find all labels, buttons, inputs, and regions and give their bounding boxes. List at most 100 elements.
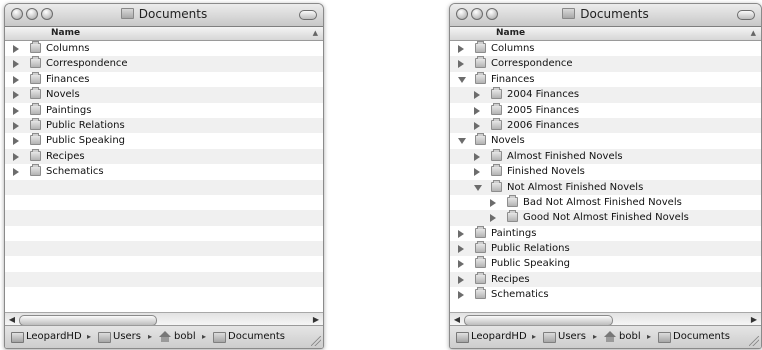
empty-row	[5, 287, 323, 303]
path-item-documents[interactable]: Documents	[673, 326, 730, 348]
window-title: Documents	[5, 7, 323, 21]
folder-icon	[475, 71, 486, 84]
list-item[interactable]: Public Relations	[450, 241, 761, 257]
list-item[interactable]: Schematics	[450, 287, 761, 303]
list-item[interactable]: Finances	[5, 71, 323, 88]
list-item[interactable]: Correspondence	[5, 56, 323, 72]
disclosure-triangle-right-icon[interactable]	[458, 260, 464, 269]
list-item[interactable]: Finances	[450, 71, 761, 88]
list-item-label: Novels	[491, 135, 525, 147]
disclosure-triangle-right-icon[interactable]	[13, 75, 19, 84]
list-item-label: 2004 Finances	[507, 89, 580, 101]
horizontal-scrollbar[interactable]: ◀ ▶	[450, 312, 761, 326]
folder-icon	[658, 332, 671, 343]
list-item[interactable]: Not Almost Finished Novels	[450, 179, 761, 195]
folder-icon	[30, 56, 41, 69]
empty-row	[5, 241, 323, 257]
disclosure-triangle-right-icon[interactable]	[474, 152, 480, 161]
horizontal-scrollbar[interactable]: ◀ ▶	[5, 312, 323, 326]
path-item-volume[interactable]: LeopardHD	[26, 326, 82, 348]
toolbar-toggle-button[interactable]	[299, 10, 317, 20]
path-item-home[interactable]: bobl	[619, 326, 641, 348]
list-item-label: Public Relations	[491, 243, 570, 255]
folder-icon	[543, 332, 556, 343]
disclosure-triangle-down-icon[interactable]	[474, 184, 482, 191]
disclosure-triangle-right-icon[interactable]	[13, 168, 19, 177]
path-item-documents[interactable]: Documents	[228, 326, 285, 348]
list-item[interactable]: Novels	[5, 87, 323, 103]
name-column-header[interactable]: Name ▲	[5, 27, 323, 41]
path-item-users[interactable]: Users	[558, 326, 586, 348]
list-item-label: Novels	[46, 89, 80, 101]
list-item[interactable]: Columns	[5, 41, 323, 57]
disclosure-triangle-down-icon[interactable]	[458, 76, 466, 83]
disclosure-triangle-right-icon[interactable]	[474, 168, 480, 177]
list-item[interactable]: Paintings	[450, 225, 761, 242]
window-title: Documents	[450, 7, 761, 21]
folder-icon	[30, 87, 41, 100]
folder-icon	[507, 194, 518, 207]
home-icon	[159, 331, 171, 342]
list-item[interactable]: Schematics	[5, 164, 323, 180]
list-item[interactable]: 2004 Finances	[450, 87, 761, 103]
list-item[interactable]: Finished Novels	[450, 164, 761, 180]
finder-window-left: Documents Name ▲ Columns Correspondence Fi…	[4, 3, 324, 349]
list-item-label: Columns	[46, 43, 90, 54]
path-separator-icon: ▸	[87, 332, 92, 341]
disclosure-triangle-right-icon[interactable]	[490, 214, 496, 223]
disclosure-triangle-right-icon[interactable]	[13, 121, 19, 130]
list-item-label: Not Almost Finished Novels	[507, 181, 644, 193]
disclosure-triangle-right-icon[interactable]	[474, 91, 480, 100]
folder-icon	[30, 164, 41, 177]
hard-disk-icon	[456, 332, 469, 343]
folder-icon	[491, 117, 502, 130]
folder-icon	[562, 8, 576, 19]
path-item-home[interactable]: bobl	[174, 326, 196, 348]
disclosure-triangle-right-icon[interactable]	[474, 106, 480, 115]
list-item-label: Bad Not Almost Finished Novels	[523, 196, 682, 208]
list-item[interactable]: Recipes	[450, 271, 761, 288]
disclosure-triangle-down-icon[interactable]	[458, 138, 466, 145]
disclosure-triangle-right-icon[interactable]	[13, 137, 19, 146]
toolbar-toggle-button[interactable]	[737, 10, 755, 20]
title-bar[interactable]: Documents	[5, 4, 323, 27]
list-item-label: Public Relations	[46, 119, 125, 131]
disclosure-triangle-right-icon[interactable]	[458, 45, 464, 53]
list-item[interactable]: Bad Not Almost Finished Novels	[450, 194, 761, 211]
title-bar[interactable]: Documents	[450, 4, 761, 27]
disclosure-triangle-right-icon[interactable]	[13, 152, 19, 161]
disclosure-triangle-right-icon[interactable]	[458, 291, 464, 300]
disclosure-triangle-right-icon[interactable]	[13, 60, 19, 69]
path-item-users[interactable]: Users	[113, 326, 141, 348]
disclosure-triangle-right-icon[interactable]	[474, 121, 480, 130]
folder-icon	[491, 164, 502, 177]
disclosure-triangle-right-icon[interactable]	[13, 91, 19, 100]
disclosure-triangle-right-icon[interactable]	[490, 198, 496, 207]
list-item[interactable]: Novels	[450, 133, 761, 149]
resize-grip-icon[interactable]	[749, 336, 759, 346]
list-item[interactable]: Public Relations	[5, 117, 323, 134]
list-item-label: 2006 Finances	[507, 119, 580, 131]
list-item[interactable]: Paintings	[5, 102, 323, 118]
disclosure-triangle-right-icon[interactable]	[458, 60, 464, 69]
list-item[interactable]: Columns	[450, 41, 761, 57]
resize-grip-icon[interactable]	[311, 336, 321, 346]
disclosure-triangle-right-icon[interactable]	[13, 45, 19, 53]
list-item[interactable]: 2006 Finances	[450, 117, 761, 134]
disclosure-triangle-right-icon[interactable]	[458, 229, 464, 238]
file-list: Columns Correspondence Finances Novels Paint…	[5, 41, 323, 303]
name-column-header[interactable]: Name ▲	[450, 27, 761, 41]
disclosure-triangle-right-icon[interactable]	[13, 106, 19, 115]
disclosure-triangle-right-icon[interactable]	[458, 275, 464, 284]
folder-icon	[30, 102, 41, 115]
list-item[interactable]: 2005 Finances	[450, 102, 761, 118]
list-item[interactable]: Good Not Almost Finished Novels	[450, 210, 761, 226]
path-item-volume[interactable]: LeopardHD	[471, 326, 527, 348]
list-item[interactable]: Correspondence	[450, 56, 761, 72]
disclosure-triangle-right-icon[interactable]	[458, 245, 464, 254]
list-item[interactable]: Recipes	[5, 148, 323, 165]
folder-icon	[30, 41, 41, 53]
list-item[interactable]: Public Speaking	[5, 133, 323, 149]
list-item[interactable]: Almost Finished Novels	[450, 148, 761, 165]
list-item[interactable]: Public Speaking	[450, 256, 761, 272]
